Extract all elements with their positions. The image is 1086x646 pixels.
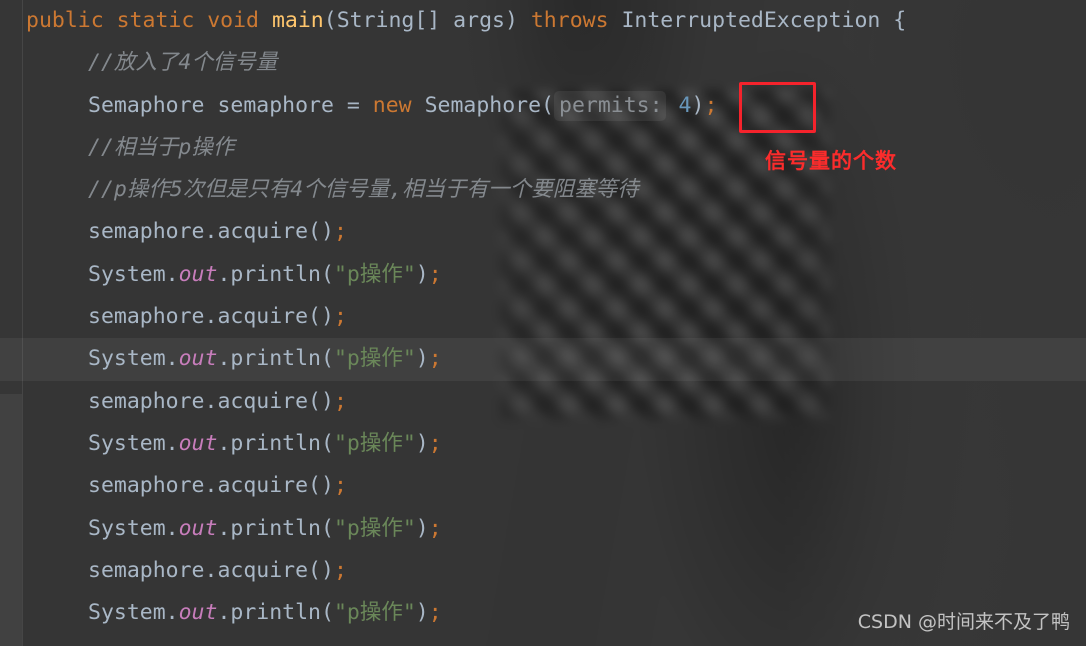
code-token: ; [428, 515, 442, 541]
code-token: out [178, 346, 218, 372]
code-token: ; [333, 388, 347, 414]
code-token: ; [704, 92, 718, 118]
code-token: //p操作5次但是只有4个信号量,相当于有一个要阻塞等待 [88, 177, 639, 203]
code-token: "p操作" [333, 600, 416, 626]
code-token: "p操作" [333, 430, 416, 456]
red-annotation-label: 信号量的个数 [765, 149, 897, 173]
code-token: throws [530, 8, 622, 33]
editor-screenshot: public static void main(String[] args) t… [0, 0, 1086, 646]
code-token: Semaphore( [424, 92, 555, 118]
code-line[interactable]: System.out.println("p操作"); [0, 508, 1086, 550]
code-token: public [26, 8, 117, 33]
code-token: //放入了4个信号量 [88, 50, 278, 76]
code-token: Semaphore semaphore [88, 92, 347, 118]
code-token: ) [415, 261, 429, 287]
code-line[interactable]: semaphore.acquire(); [0, 296, 1086, 338]
code-token: 4 [678, 92, 692, 118]
code-token: out [178, 515, 218, 541]
code-token: ) [415, 600, 429, 626]
code-token: InterruptedException [621, 8, 894, 33]
csdn-watermark: CSDN @时间来不及了鸭 [857, 611, 1070, 633]
parameter-hint: permits: [554, 90, 666, 121]
code-token: .println( [217, 261, 334, 287]
code-token: { [893, 8, 907, 33]
code-token: ) [504, 8, 531, 33]
code-token: System. [88, 600, 179, 626]
code-token: out [178, 600, 218, 626]
code-line[interactable]: semaphore.acquire(); [0, 465, 1086, 507]
code-token: ) [415, 515, 429, 541]
code-token: = [346, 92, 373, 118]
code-token: //相当于p操作 [88, 134, 235, 160]
code-token: ; [428, 346, 442, 372]
code-token: System. [88, 261, 179, 287]
red-highlight-box [739, 82, 816, 133]
code-token: static [116, 8, 208, 33]
code-line[interactable]: System.out.println("p操作"); [0, 254, 1086, 296]
code-token: semaphore.acquire() [88, 557, 334, 583]
code-line[interactable]: Semaphore semaphore = new Semaphore(perm… [0, 85, 1086, 127]
code-token: ; [428, 600, 442, 626]
code-token: ; [333, 557, 347, 583]
code-token: System. [88, 430, 179, 456]
code-token: main [271, 8, 324, 33]
code-token: ; [333, 304, 347, 330]
code-token: .println( [217, 515, 334, 541]
code-token: out [178, 430, 218, 456]
code-editor-area[interactable]: public static void main(String[] args) t… [0, 0, 1086, 646]
code-token: "p操作" [333, 261, 416, 287]
code-line[interactable]: //相当于p操作 [0, 127, 1086, 169]
code-token: .println( [217, 346, 334, 372]
code-line[interactable]: semaphore.acquire(); [0, 211, 1086, 253]
code-line[interactable]: //放入了4个信号量 [0, 42, 1086, 84]
code-line[interactable]: System.out.println("p操作"); [0, 423, 1086, 465]
code-line[interactable]: semaphore.acquire(); [0, 550, 1086, 592]
code-token: void [207, 8, 272, 33]
code-token: System. [88, 346, 179, 372]
code-token: ; [428, 261, 442, 287]
code-token: new [372, 92, 425, 118]
code-token: ) [691, 92, 705, 118]
code-token: ; [333, 473, 347, 499]
code-line[interactable]: System.out.println("p操作"); [0, 338, 1086, 381]
code-token: "p操作" [333, 515, 416, 541]
code-token: .println( [217, 430, 334, 456]
code-token: System. [88, 515, 179, 541]
code-token: semaphore.acquire() [88, 388, 334, 414]
code-token: "p操作" [333, 346, 416, 372]
code-token: String[] args [336, 8, 505, 33]
code-token: semaphore.acquire() [88, 473, 334, 499]
code-token: out [178, 261, 218, 287]
code-token: ; [428, 430, 442, 456]
code-token: semaphore.acquire() [88, 219, 334, 245]
code-token: .println( [217, 600, 334, 626]
code-token: ) [415, 346, 429, 372]
code-line[interactable]: semaphore.acquire(); [0, 381, 1086, 423]
code-token: ( [323, 8, 337, 33]
code-line[interactable]: //p操作5次但是只有4个信号量,相当于有一个要阻塞等待 [0, 169, 1086, 211]
code-token: ; [333, 219, 347, 245]
code-line[interactable]: public static void main(String[] args) t… [0, 0, 1086, 42]
code-token: ) [415, 430, 429, 456]
code-token: semaphore.acquire() [88, 304, 334, 330]
